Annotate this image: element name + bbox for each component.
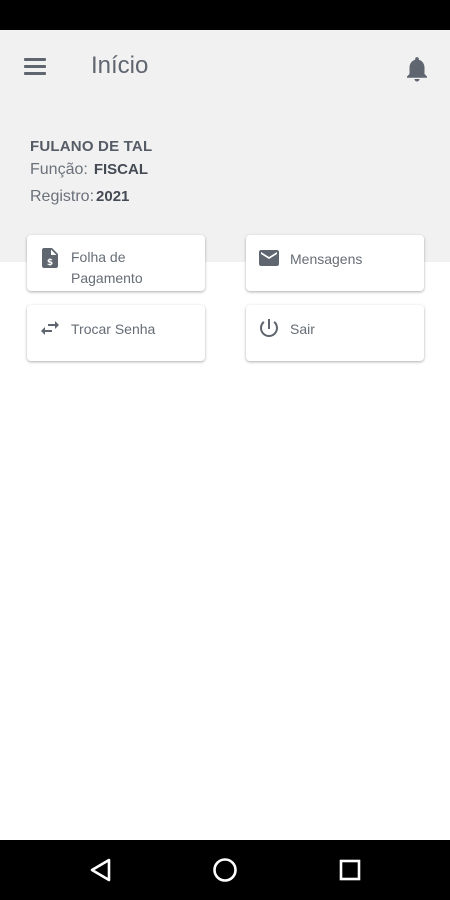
sair-label: Sair: [290, 321, 315, 337]
power-icon: [257, 316, 281, 340]
funcao-row: Função: FISCAL: [30, 161, 148, 179]
mensagens-button[interactable]: Mensagens: [246, 235, 424, 291]
bell-icon[interactable]: [402, 54, 432, 84]
registro-label: Registro:: [30, 188, 95, 205]
trocar-senha-label: Trocar Senha: [71, 321, 156, 337]
navigation-bar: [0, 840, 450, 900]
svg-text:$: $: [47, 258, 53, 268]
funcao-label: Função:: [30, 161, 88, 178]
folha-pagamento-button[interactable]: $ Folha de Pagamento: [27, 235, 205, 291]
funcao-value: FISCAL: [93, 161, 148, 178]
folha-pagamento-label: Folha de Pagamento: [71, 249, 143, 286]
user-name: FULANO DE TAL: [30, 138, 153, 155]
envelope-icon: [257, 246, 281, 270]
status-bar: [0, 0, 450, 30]
page-title: Início: [91, 52, 149, 79]
swap-arrows-icon: [38, 316, 62, 340]
mensagens-label: Mensagens: [290, 251, 363, 267]
payslip-icon: $: [38, 246, 62, 270]
registro-row: Registro: 2021: [30, 188, 129, 206]
registro-value: 2021: [96, 188, 130, 205]
menu-icon[interactable]: [20, 52, 52, 82]
header: Início FULANO DE TAL Função: FISCAL Regis…: [0, 30, 450, 262]
back-triangle-icon[interactable]: [86, 855, 116, 885]
trocar-senha-button[interactable]: Trocar Senha: [27, 305, 205, 361]
recents-square-icon[interactable]: [335, 855, 365, 885]
sair-button[interactable]: Sair: [246, 305, 424, 361]
home-circle-icon[interactable]: [210, 855, 240, 885]
